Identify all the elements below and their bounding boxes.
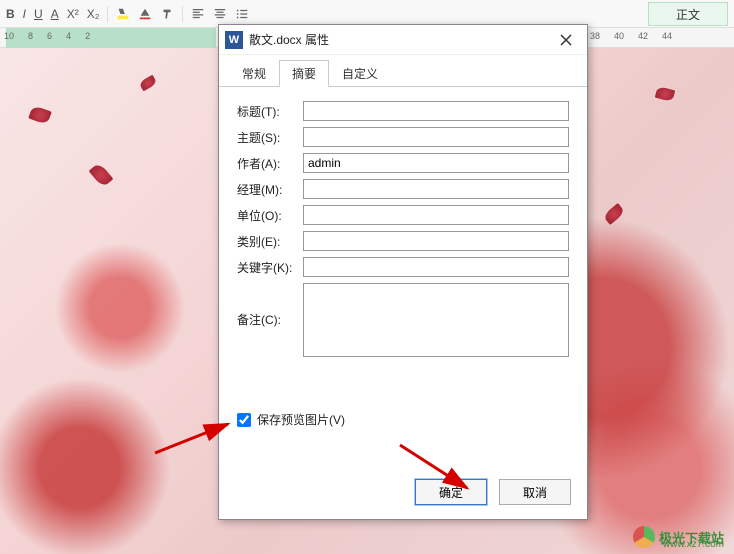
dialog-footer: 确定 取消 [219,469,587,519]
close-button[interactable] [551,28,581,52]
ruler-numbers: 1086 42 [4,31,104,41]
clear-format-button[interactable] [160,7,174,21]
keywords-input[interactable] [303,257,569,277]
ok-button[interactable]: 确定 [415,479,487,505]
font-color-button[interactable]: A [51,7,59,21]
decorative-petal [28,105,52,125]
decorative-petal [89,162,114,188]
font-fill-button[interactable] [138,7,152,21]
decorative-petal [602,203,625,225]
style-label: 正文 [676,6,700,23]
toolbar-separator [107,6,108,22]
title-label: 标题(T): [237,103,297,120]
save-preview-checkbox[interactable] [237,413,251,427]
cancel-button[interactable]: 取消 [499,479,571,505]
tab-general[interactable]: 常规 [229,60,279,87]
save-preview-label: 保存预览图片(V) [257,411,345,428]
dialog-title: 散文.docx 属性 [249,31,545,48]
subscript-button[interactable]: X₂ [87,7,100,21]
tab-summary[interactable]: 摘要 [279,60,329,87]
subject-label: 主题(S): [237,129,297,146]
author-label: 作者(A): [237,155,297,172]
site-watermark: 极光下载站 www.xz7.com [633,526,724,548]
company-label: 单位(O): [237,207,297,224]
title-input[interactable] [303,101,569,121]
subject-input[interactable] [303,127,569,147]
list-button[interactable] [235,7,249,21]
ruler-numbers-right: 38404244 [590,31,672,41]
align-left-button[interactable] [191,7,205,21]
category-label: 类别(E): [237,233,297,250]
watermark-url: www.xz7.com [663,539,724,550]
underline-button[interactable]: U [34,7,43,21]
word-app-icon: W [225,31,243,49]
style-normal-box[interactable]: 正文 [648,2,728,26]
close-icon [560,34,572,46]
decorative-petal [139,75,158,92]
superscript-button[interactable]: X² [67,7,79,21]
align-center-button[interactable] [213,7,227,21]
manager-label: 经理(M): [237,181,297,198]
highlight-button[interactable] [116,7,130,21]
tab-custom[interactable]: 自定义 [329,60,391,87]
keywords-label: 关键字(K): [237,259,297,276]
watermark-logo-icon [633,526,655,548]
comments-textarea[interactable] [303,283,569,357]
dialog-titlebar[interactable]: W 散文.docx 属性 [219,25,587,55]
author-input[interactable] [303,153,569,173]
category-input[interactable] [303,231,569,251]
toolbar-separator [182,6,183,22]
bold-button[interactable]: B [6,7,15,21]
italic-button[interactable]: I [23,7,26,21]
dialog-tabs: 常规 摘要 自定义 [219,55,587,87]
decorative-petal [655,86,675,102]
document-properties-dialog: W 散文.docx 属性 常规 摘要 自定义 标题(T): 主题(S): 作者(… [218,24,588,520]
comments-label: 备注(C): [237,283,297,328]
company-input[interactable] [303,205,569,225]
manager-input[interactable] [303,179,569,199]
dialog-form: 标题(T): 主题(S): 作者(A): 经理(M): 单位(O): 类别(E)… [219,87,587,469]
